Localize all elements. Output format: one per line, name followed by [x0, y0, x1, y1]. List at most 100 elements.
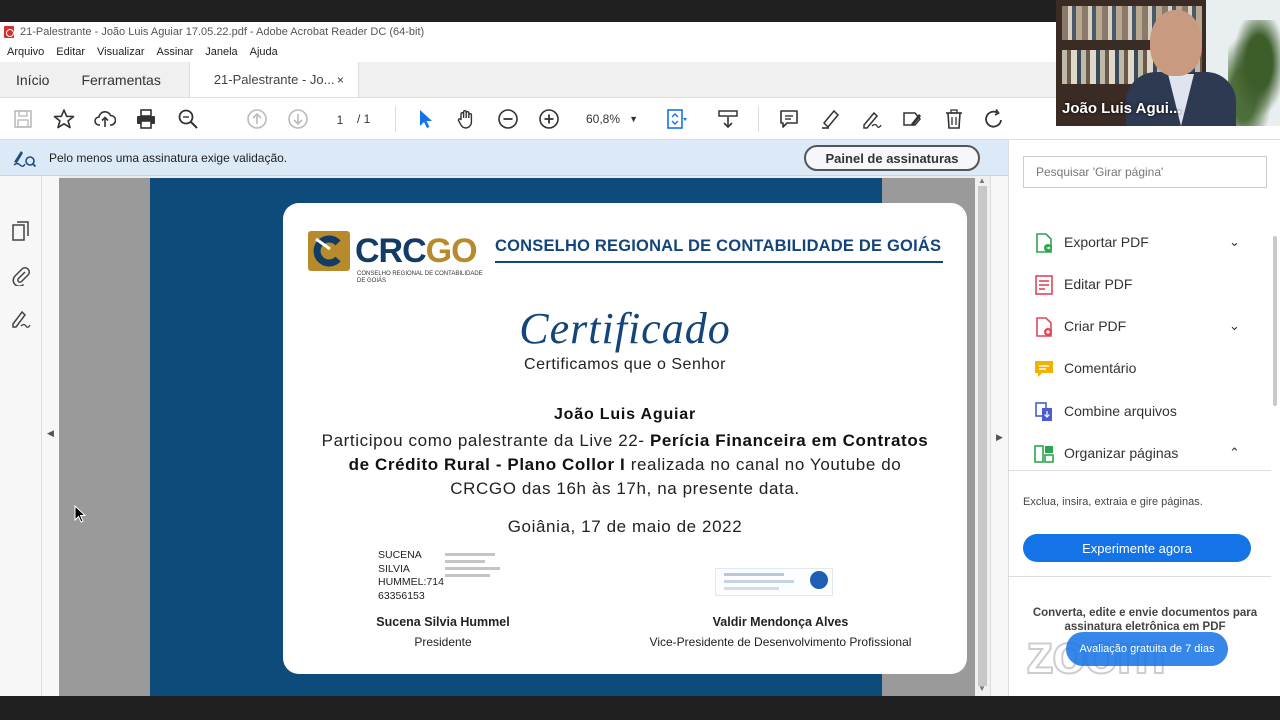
rotate-icon[interactable] [982, 107, 1006, 131]
trial-pill: Avaliação gratuita de 7 dias [1066, 632, 1228, 666]
participant-video-tile: João Luis Agui... [1056, 0, 1280, 126]
signature-banner: Pelo menos uma assinatura exige validaçã… [0, 140, 1008, 176]
crcgo-wordmark: CRCGO [355, 232, 478, 270]
signer-2-role: Vice-Presidente de Desenvolvimento Profi… [649, 635, 912, 649]
combine-files-icon [1035, 402, 1052, 421]
page-number-input[interactable]: 1 [327, 108, 353, 130]
participant-name: João Luis Agui... [1062, 100, 1182, 117]
tools-pane: Pesquisar 'Girar página' Exportar PDF ⌄ … [1008, 140, 1280, 696]
tool-organize-pages[interactable]: Organizar páginas ⌃ [1009, 435, 1271, 471]
panel-divider [1009, 576, 1271, 577]
previous-page-icon[interactable] [245, 107, 269, 131]
tab-home[interactable]: Início [0, 62, 65, 97]
chevron-up-icon: ⌃ [1229, 445, 1240, 460]
document-view: ◀ CRCGO CONSELHO REGIONAL DE CONTABILIDA… [42, 176, 990, 696]
signer-1-name: Sucena Silvia Hummel [376, 615, 510, 629]
scroll-mode-icon[interactable] [716, 107, 740, 131]
tab-document[interactable]: 21-Palestrante - Jo... × [188, 62, 359, 97]
certificate-card: CRCGO CONSELHO REGIONAL DE CONTABILIDADE… [283, 203, 967, 674]
tool-comment[interactable]: Comentário [1009, 350, 1271, 386]
export-pdf-icon [1036, 233, 1052, 253]
menu-visualizar[interactable]: Visualizar [97, 46, 145, 58]
cloud-upload-icon[interactable] [93, 107, 117, 131]
page-thumbnails-icon[interactable] [10, 220, 32, 242]
digital-signature-details-1 [445, 553, 507, 589]
screen: 21-Palestrante - João Luis Aguiar 17.05.… [0, 0, 1280, 720]
chevron-down-icon: ⌄ [1229, 318, 1240, 333]
certificate-body: Participou como palestrante da Live 22- … [321, 431, 929, 498]
next-page-icon[interactable] [286, 107, 310, 131]
collapse-left-icon[interactable]: ◀ [47, 428, 54, 439]
create-pdf-icon [1036, 317, 1052, 337]
tab-tools[interactable]: Ferramentas [65, 62, 176, 97]
signature-panel-button[interactable]: Painel de assinaturas [804, 145, 980, 171]
menu-ajuda[interactable]: Ajuda [250, 46, 278, 58]
star-icon[interactable] [52, 107, 76, 131]
menu-editar[interactable]: Editar [56, 46, 85, 58]
hand-tool-icon[interactable] [454, 107, 478, 131]
mouse-cursor-icon [74, 505, 86, 523]
fill-sign-icon[interactable] [900, 107, 924, 131]
attachments-icon[interactable] [10, 264, 32, 287]
toolbar-divider [758, 106, 759, 132]
certificate-page: CRCGO CONSELHO REGIONAL DE CONTABILIDADE… [150, 178, 967, 696]
print-icon[interactable] [134, 107, 158, 131]
zoom-in-icon[interactable] [537, 107, 561, 131]
comment-icon[interactable] [777, 107, 801, 131]
certificate-date: Goiânia, 17 de maio de 2022 [507, 517, 743, 536]
tool-export-pdf[interactable]: Exportar PDF ⌄ [1009, 224, 1271, 260]
tab-document-label: 21-Palestrante - Jo... [213, 72, 335, 87]
select-cursor-icon[interactable] [413, 107, 437, 131]
acrobat-app-icon [4, 26, 14, 38]
tool-combine-files[interactable]: Combine arquivos [1009, 393, 1271, 429]
chevron-down-icon: ⌄ [1229, 234, 1240, 249]
header-rule [495, 261, 943, 263]
collapse-right-icon[interactable]: ▶ [996, 432, 1003, 443]
panel-divider [1009, 470, 1271, 471]
crcgo-logo-icon [308, 231, 350, 271]
save-icon[interactable] [11, 107, 35, 131]
serpro-logo-icon [810, 571, 828, 589]
tools-pane-scrollbar[interactable] [1271, 176, 1279, 576]
menu-arquivo[interactable]: Arquivo [7, 46, 44, 58]
comment-tool-icon [1035, 361, 1053, 377]
menu-janela[interactable]: Janela [205, 46, 237, 58]
sign-icon[interactable] [859, 107, 883, 131]
organize-pages-icon [1034, 445, 1054, 463]
tool-edit-pdf[interactable]: Editar PDF [1009, 266, 1271, 302]
digital-signature-stamp-2 [715, 568, 833, 596]
organize-description: Exclua, insira, extraia e gire páginas. [1023, 496, 1203, 508]
screen-bottom-letterbox [0, 696, 1280, 720]
tools-search-input[interactable]: Pesquisar 'Girar página' [1023, 156, 1267, 188]
try-now-button[interactable]: Experimente agora [1023, 534, 1251, 562]
zoom-out-icon[interactable] [496, 107, 520, 131]
signer-2-name: Valdir Mendonça Alves [712, 615, 849, 629]
menu-assinar[interactable]: Assinar [157, 46, 194, 58]
scroll-up-icon[interactable]: ▲ [978, 176, 986, 185]
scroll-down-icon[interactable]: ▼ [978, 684, 986, 693]
window-title: 21-Palestrante - João Luis Aguiar 17.05.… [20, 26, 425, 38]
right-panel-toggle: ▶ [990, 176, 1008, 696]
zoom-level-select[interactable]: 60,8% ▼ [578, 108, 640, 130]
page-total: / 1 [357, 112, 371, 126]
chevron-down-icon: ▼ [629, 114, 638, 124]
left-navigation-rail [0, 176, 42, 696]
trash-icon[interactable] [942, 107, 966, 131]
close-tab-icon[interactable]: × [337, 73, 344, 87]
zoom-level-value: 60,8% [586, 112, 621, 126]
edit-pdf-icon [1035, 275, 1053, 295]
signatures-icon[interactable] [10, 308, 32, 330]
council-header: CONSELHO REGIONAL DE CONTABILIDADE DE GO… [495, 237, 942, 255]
digital-signature-stamp-1: SUCENA SILVIA HUMMEL:714 63356153 [378, 549, 444, 602]
document-scrollbar[interactable]: ▲ ▼ [975, 176, 990, 696]
honoree-name: João Luis Aguiar [553, 406, 696, 423]
left-gutter: ◀ [42, 176, 59, 696]
scrollbar-thumb[interactable] [978, 186, 987, 686]
crcgo-wordmark-subtitle: CONSELHO REGIONAL DE CONTABILIDADE DE GO… [357, 271, 483, 284]
find-zoom-icon[interactable] [176, 107, 200, 131]
highlight-pen-icon[interactable] [818, 107, 842, 131]
tool-create-pdf[interactable]: Criar PDF ⌄ [1009, 308, 1271, 344]
fit-page-icon[interactable] [664, 107, 688, 131]
signature-warning-icon [12, 148, 37, 168]
certificate-intro: Certificamos que o Senhor [524, 356, 726, 373]
